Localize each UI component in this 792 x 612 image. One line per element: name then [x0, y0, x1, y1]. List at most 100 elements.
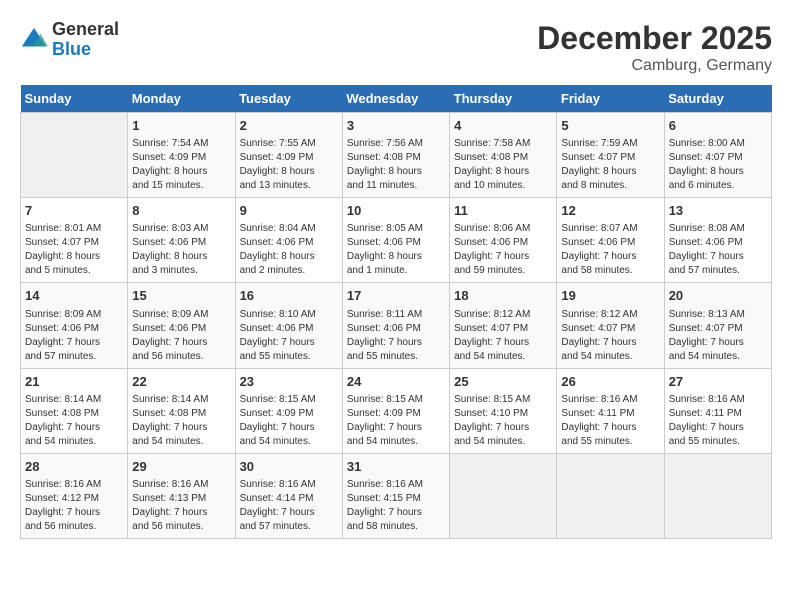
location: Camburg, Germany — [537, 57, 772, 75]
day-info: Sunrise: 8:16 AMSunset: 4:13 PMDaylight:… — [132, 478, 230, 534]
calendar-header-cell: Monday — [128, 85, 235, 113]
day-info: Sunrise: 8:15 AMSunset: 4:09 PMDaylight:… — [347, 393, 445, 449]
calendar-cell: 7 Sunrise: 8:01 AMSunset: 4:07 PMDaylight… — [21, 198, 128, 283]
day-number: 23 — [240, 373, 338, 391]
calendar-cell — [557, 453, 664, 538]
calendar-cell: 16 Sunrise: 8:10 AMSunset: 4:06 PMDayligh… — [235, 283, 342, 368]
calendar-header-row: SundayMondayTuesdayWednesdayThursdayFrid… — [21, 85, 772, 113]
day-number: 17 — [347, 287, 445, 305]
day-number: 7 — [25, 202, 123, 220]
day-info: Sunrise: 7:55 AMSunset: 4:09 PMDaylight:… — [240, 137, 338, 193]
calendar-header-cell: Sunday — [21, 85, 128, 113]
logo: General Blue — [20, 20, 119, 60]
day-number: 24 — [347, 373, 445, 391]
day-number: 4 — [454, 117, 552, 135]
logo-text: General Blue — [52, 20, 119, 60]
calendar-cell: 23 Sunrise: 8:15 AMSunset: 4:09 PMDayligh… — [235, 368, 342, 453]
day-number: 20 — [669, 287, 767, 305]
title-area: December 2025 Camburg, Germany — [537, 20, 772, 75]
day-info: Sunrise: 8:16 AMSunset: 4:11 PMDaylight:… — [561, 393, 659, 449]
day-info: Sunrise: 8:06 AMSunset: 4:06 PMDaylight:… — [454, 222, 552, 278]
calendar-cell: 19 Sunrise: 8:12 AMSunset: 4:07 PMDayligh… — [557, 283, 664, 368]
calendar-cell: 26 Sunrise: 8:16 AMSunset: 4:11 PMDayligh… — [557, 368, 664, 453]
calendar-cell: 3 Sunrise: 7:56 AMSunset: 4:08 PMDaylight… — [342, 113, 449, 198]
calendar-header-cell: Tuesday — [235, 85, 342, 113]
day-number: 22 — [132, 373, 230, 391]
day-number: 15 — [132, 287, 230, 305]
day-info: Sunrise: 8:11 AMSunset: 4:06 PMDaylight:… — [347, 308, 445, 364]
header: General Blue December 2025 Camburg, Germ… — [20, 20, 772, 75]
day-info: Sunrise: 8:15 AMSunset: 4:10 PMDaylight:… — [454, 393, 552, 449]
day-info: Sunrise: 8:03 AMSunset: 4:06 PMDaylight:… — [132, 222, 230, 278]
day-info: Sunrise: 8:16 AMSunset: 4:12 PMDaylight:… — [25, 478, 123, 534]
day-info: Sunrise: 7:58 AMSunset: 4:08 PMDaylight:… — [454, 137, 552, 193]
calendar-cell: 14 Sunrise: 8:09 AMSunset: 4:06 PMDayligh… — [21, 283, 128, 368]
logo-line1: General — [52, 20, 119, 40]
calendar-cell: 12Sunrise: 8:07 AMSunset: 4:06 PMDayligh… — [557, 198, 664, 283]
calendar-cell: 2 Sunrise: 7:55 AMSunset: 4:09 PMDaylight… — [235, 113, 342, 198]
day-number: 26 — [561, 373, 659, 391]
day-info: Sunrise: 8:15 AMSunset: 4:09 PMDaylight:… — [240, 393, 338, 449]
calendar-week-row: 14 Sunrise: 8:09 AMSunset: 4:06 PMDayligh… — [21, 283, 772, 368]
calendar-cell: 27 Sunrise: 8:16 AMSunset: 4:11 PMDayligh… — [664, 368, 771, 453]
day-number: 25 — [454, 373, 552, 391]
calendar-cell: 20 Sunrise: 8:13 AMSunset: 4:07 PMDayligh… — [664, 283, 771, 368]
calendar-cell: 1 Sunrise: 7:54 AMSunset: 4:09 PMDaylight… — [128, 113, 235, 198]
calendar-header-cell: Saturday — [664, 85, 771, 113]
day-info: Sunrise: 7:59 AMSunset: 4:07 PMDaylight:… — [561, 137, 659, 193]
day-info: Sunrise: 8:07 AMSunset: 4:06 PMDaylight:… — [561, 222, 659, 278]
calendar-cell: 8Sunrise: 8:03 AMSunset: 4:06 PMDaylight… — [128, 198, 235, 283]
month-title: December 2025 — [537, 20, 772, 57]
calendar-cell: 5 Sunrise: 7:59 AMSunset: 4:07 PMDaylight… — [557, 113, 664, 198]
calendar-cell: 10 Sunrise: 8:05 AMSunset: 4:06 PMDayligh… — [342, 198, 449, 283]
calendar-header-cell: Friday — [557, 85, 664, 113]
day-number: 21 — [25, 373, 123, 391]
calendar-cell — [450, 453, 557, 538]
calendar-cell: 22 Sunrise: 8:14 AMSunset: 4:08 PMDayligh… — [128, 368, 235, 453]
day-info: Sunrise: 8:00 AMSunset: 4:07 PMDaylight:… — [669, 137, 767, 193]
day-info: Sunrise: 8:12 AMSunset: 4:07 PMDaylight:… — [561, 308, 659, 364]
day-info: Sunrise: 7:56 AMSunset: 4:08 PMDaylight:… — [347, 137, 445, 193]
calendar-cell: 9 Sunrise: 8:04 AMSunset: 4:06 PMDaylight… — [235, 198, 342, 283]
day-info: Sunrise: 8:04 AMSunset: 4:06 PMDaylight:… — [240, 222, 338, 278]
calendar-header-cell: Wednesday — [342, 85, 449, 113]
day-number: 9 — [240, 202, 338, 220]
day-info: Sunrise: 8:09 AMSunset: 4:06 PMDaylight:… — [25, 308, 123, 364]
calendar-table: SundayMondayTuesdayWednesdayThursdayFrid… — [20, 85, 772, 539]
calendar-cell: 17 Sunrise: 8:11 AMSunset: 4:06 PMDayligh… — [342, 283, 449, 368]
calendar-cell — [21, 113, 128, 198]
calendar-cell: 29 Sunrise: 8:16 AMSunset: 4:13 PMDayligh… — [128, 453, 235, 538]
day-info: Sunrise: 8:05 AMSunset: 4:06 PMDaylight:… — [347, 222, 445, 278]
day-number: 14 — [25, 287, 123, 305]
calendar-week-row: 7 Sunrise: 8:01 AMSunset: 4:07 PMDaylight… — [21, 198, 772, 283]
day-number: 10 — [347, 202, 445, 220]
day-number: 2 — [240, 117, 338, 135]
day-number: 31 — [347, 458, 445, 476]
calendar-cell: 21Sunrise: 8:14 AMSunset: 4:08 PMDayligh… — [21, 368, 128, 453]
day-number: 27 — [669, 373, 767, 391]
day-number: 3 — [347, 117, 445, 135]
calendar-cell: 28Sunrise: 8:16 AMSunset: 4:12 PMDayligh… — [21, 453, 128, 538]
day-number: 1 — [132, 117, 230, 135]
calendar-body: 1 Sunrise: 7:54 AMSunset: 4:09 PMDaylight… — [21, 113, 772, 539]
logo-line2: Blue — [52, 40, 119, 60]
calendar-week-row: 21 Sunrise: 8:14 AMSunset: 4:08 PMDayligh… — [21, 368, 772, 453]
day-number: 6 — [669, 117, 767, 135]
day-info: Sunrise: 8:01 AMSunset: 4:07 PMDaylight:… — [25, 222, 123, 278]
day-number: 16 — [240, 287, 338, 305]
day-info: Sunrise: 8:16 AMSunset: 4:11 PMDaylight:… — [669, 393, 767, 449]
day-number: 5 — [561, 117, 659, 135]
day-number: 19 — [561, 287, 659, 305]
calendar-week-row: 1 Sunrise: 7:54 AMSunset: 4:09 PMDaylight… — [21, 113, 772, 198]
calendar-cell: 30Sunrise: 8:16 AMSunset: 4:14 PMDayligh… — [235, 453, 342, 538]
calendar-cell: 6 Sunrise: 8:00 AMSunset: 4:07 PMDaylight… — [664, 113, 771, 198]
day-info: Sunrise: 8:13 AMSunset: 4:07 PMDaylight:… — [669, 308, 767, 364]
calendar-cell: 15Sunrise: 8:09 AMSunset: 4:06 PMDayligh… — [128, 283, 235, 368]
day-number: 29 — [132, 458, 230, 476]
calendar-cell — [664, 453, 771, 538]
day-info: Sunrise: 8:14 AMSunset: 4:08 PMDaylight:… — [132, 393, 230, 449]
day-info: Sunrise: 7:54 AMSunset: 4:09 PMDaylight:… — [132, 137, 230, 193]
day-info: Sunrise: 8:10 AMSunset: 4:06 PMDaylight:… — [240, 308, 338, 364]
logo-icon — [20, 26, 48, 54]
day-number: 11 — [454, 202, 552, 220]
